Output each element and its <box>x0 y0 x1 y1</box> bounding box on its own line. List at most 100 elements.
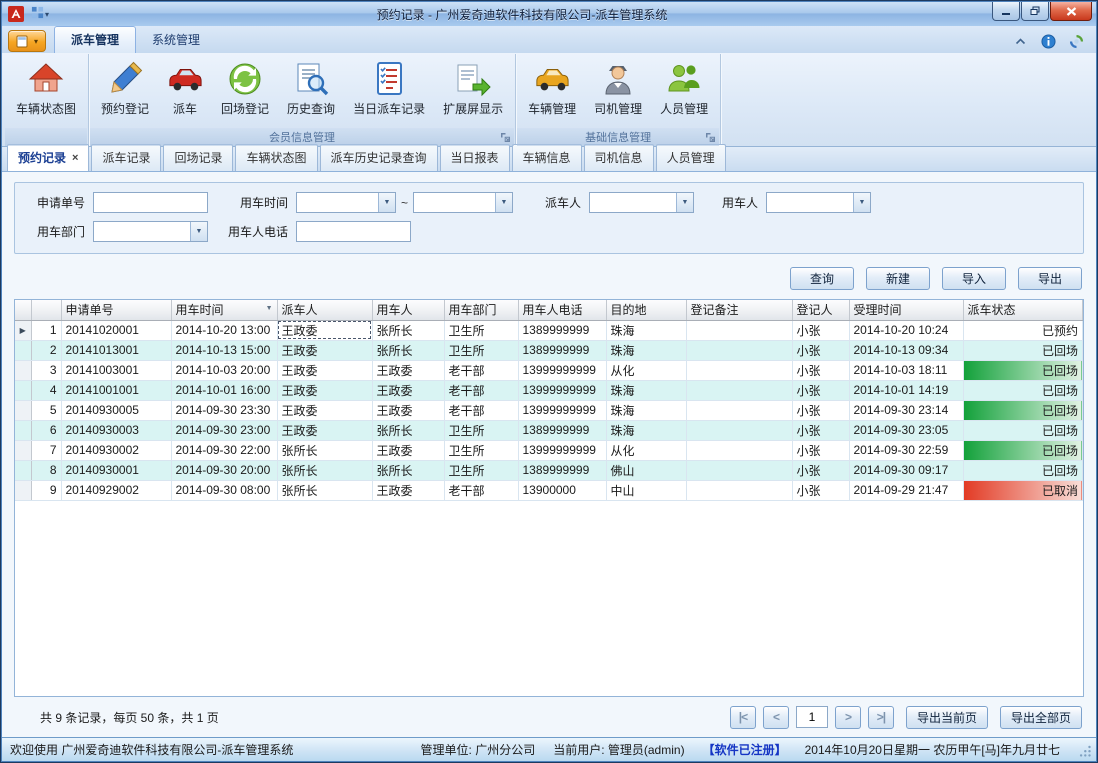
minimize-button[interactable] <box>992 2 1020 21</box>
cell-registrar[interactable]: 小张 <box>792 320 849 340</box>
application-menu-button[interactable]: ▾ <box>8 30 46 52</box>
cell-phone[interactable]: 13999999999 <box>518 360 606 380</box>
filter-caret-icon[interactable]: ▼ <box>266 305 273 312</box>
cell-use_time[interactable]: 2014-09-30 20:00 <box>171 460 277 480</box>
cell-status[interactable]: 已回场 <box>963 460 1083 480</box>
driver-manage-button[interactable]: 司机管理 <box>585 56 651 128</box>
cell-dispatcher[interactable]: 王政委 <box>277 320 372 340</box>
cell-dest[interactable]: 中山 <box>606 480 686 500</box>
column-header[interactable]: 派车状态 <box>963 300 1083 320</box>
column-header[interactable]: 目的地 <box>606 300 686 320</box>
cell-order_no[interactable]: 20140930002 <box>61 440 171 460</box>
cell-phone[interactable]: 1389999999 <box>518 340 606 360</box>
column-header[interactable]: 登记人 <box>792 300 849 320</box>
cell-user[interactable]: 张所长 <box>372 340 444 360</box>
cell-order_no[interactable]: 20141020001 <box>61 320 171 340</box>
cell-phone[interactable]: 13999999999 <box>518 440 606 460</box>
cell-dispatcher[interactable]: 王政委 <box>277 380 372 400</box>
doc-tab-5[interactable]: 派车历史记录查询 <box>320 144 438 171</box>
next-page-button[interactable]: > <box>835 706 861 729</box>
order-no-input[interactable] <box>93 192 208 213</box>
prev-page-button[interactable]: < <box>763 706 789 729</box>
cell-dispatcher[interactable]: 张所长 <box>277 480 372 500</box>
info-icon[interactable] <box>1040 33 1056 49</box>
cell-registrar[interactable]: 小张 <box>792 440 849 460</box>
cell-status[interactable]: 已回场 <box>963 440 1083 460</box>
cell-status[interactable]: 已取消 <box>963 480 1083 500</box>
cell-order_no[interactable]: 20141003001 <box>61 360 171 380</box>
sync-icon[interactable] <box>1068 33 1084 49</box>
cell-use_time[interactable]: 2014-10-03 20:00 <box>171 360 277 380</box>
cell-dispatcher[interactable]: 王政委 <box>277 420 372 440</box>
cell-dept[interactable]: 老干部 <box>444 380 518 400</box>
dialog-launcher-icon[interactable] <box>705 132 716 143</box>
cell-dispatcher[interactable]: 王政委 <box>277 360 372 380</box>
use-time-to-combo[interactable]: ▼ <box>413 192 513 213</box>
cell-dispatcher[interactable]: 王政委 <box>277 400 372 420</box>
cell-note[interactable] <box>686 440 792 460</box>
dispatcher-combo[interactable]: ▼ <box>589 192 694 213</box>
doc-tab-6[interactable]: 当日报表 <box>440 144 510 171</box>
cell-order_no[interactable]: 20140930003 <box>61 420 171 440</box>
export-all-pages-button[interactable]: 导出全部页 <box>1000 706 1082 729</box>
column-header[interactable]: 派车人 <box>277 300 372 320</box>
cell-dispatcher[interactable]: 张所长 <box>277 440 372 460</box>
history-search-button[interactable]: 历史查询 <box>278 56 344 128</box>
cell-user[interactable]: 张所长 <box>372 320 444 340</box>
cell-user[interactable]: 张所长 <box>372 420 444 440</box>
ribbon-tab-1[interactable]: 派车管理 <box>54 26 136 53</box>
dispatch-car-red-button[interactable]: 派车 <box>158 56 212 128</box>
return-register-button[interactable]: 回场登记 <box>212 56 278 128</box>
cell-registrar[interactable]: 小张 <box>792 340 849 360</box>
table-row[interactable]: 5201409300052014-09-30 23:30王政委王政委老干部139… <box>15 400 1083 420</box>
vehicle-manage-car-button[interactable]: 车辆管理 <box>519 56 585 128</box>
cell-registrar[interactable]: 小张 <box>792 380 849 400</box>
cell-status[interactable]: 已回场 <box>963 380 1083 400</box>
cell-dest[interactable]: 从化 <box>606 360 686 380</box>
cell-status[interactable]: 已回场 <box>963 420 1083 440</box>
cell-dispatcher[interactable]: 王政委 <box>277 340 372 360</box>
cell-note[interactable] <box>686 480 792 500</box>
table-row[interactable]: 9201409290022014-09-30 08:00张所长王政委老干部139… <box>15 480 1083 500</box>
cell-dept[interactable]: 卫生所 <box>444 420 518 440</box>
cell-accept_time[interactable]: 2014-10-01 14:19 <box>849 380 963 400</box>
cell-use_time[interactable]: 2014-10-20 13:00 <box>171 320 277 340</box>
cell-phone[interactable]: 13999999999 <box>518 400 606 420</box>
table-row[interactable]: 7201409300022014-09-30 22:00张所长王政委卫生所139… <box>15 440 1083 460</box>
cell-phone[interactable]: 1389999999 <box>518 460 606 480</box>
table-row[interactable]: 2201410130012014-10-13 15:00王政委张所长卫生所138… <box>15 340 1083 360</box>
cell-accept_time[interactable]: 2014-10-20 10:24 <box>849 320 963 340</box>
cell-order_no[interactable]: 20141001001 <box>61 380 171 400</box>
export-button[interactable]: 导出 <box>1018 267 1082 290</box>
table-row[interactable]: 4201410010012014-10-01 16:00王政委王政委老干部139… <box>15 380 1083 400</box>
cell-accept_time[interactable]: 2014-10-03 18:11 <box>849 360 963 380</box>
cell-use_time[interactable]: 2014-09-30 23:30 <box>171 400 277 420</box>
use-time-from-combo[interactable]: ▼ <box>296 192 396 213</box>
cell-registrar[interactable]: 小张 <box>792 460 849 480</box>
cell-dept[interactable]: 老干部 <box>444 400 518 420</box>
doc-tab-3[interactable]: 回场记录 <box>163 144 233 171</box>
cell-use_time[interactable]: 2014-09-30 08:00 <box>171 480 277 500</box>
cell-accept_time[interactable]: 2014-09-29 21:47 <box>849 480 963 500</box>
people-manage-button[interactable]: 人员管理 <box>651 56 717 128</box>
cell-order_no[interactable]: 20141013001 <box>61 340 171 360</box>
column-header[interactable]: 用车人 <box>372 300 444 320</box>
doc-tab-4[interactable]: 车辆状态图 <box>235 144 317 171</box>
cell-dept[interactable]: 卫生所 <box>444 340 518 360</box>
column-header[interactable]: 登记备注 <box>686 300 792 320</box>
doc-tab-1[interactable]: 预约记录× <box>7 144 89 171</box>
new-button[interactable]: 新建 <box>866 267 930 290</box>
cell-order_no[interactable]: 20140930005 <box>61 400 171 420</box>
cell-user[interactable]: 王政委 <box>372 380 444 400</box>
cell-phone[interactable]: 1389999999 <box>518 420 606 440</box>
table-row[interactable]: 8201409300012014-09-30 20:00张所长张所长卫生所138… <box>15 460 1083 480</box>
import-button[interactable]: 导入 <box>942 267 1006 290</box>
cell-use_time[interactable]: 2014-09-30 23:00 <box>171 420 277 440</box>
cell-status[interactable]: 已回场 <box>963 400 1083 420</box>
query-button[interactable]: 查询 <box>790 267 854 290</box>
column-header[interactable]: 申请单号 <box>61 300 171 320</box>
table-row[interactable]: 3201410030012014-10-03 20:00王政委王政委老干部139… <box>15 360 1083 380</box>
cell-use_time[interactable]: 2014-10-01 16:00 <box>171 380 277 400</box>
cell-note[interactable] <box>686 360 792 380</box>
cell-dept[interactable]: 卫生所 <box>444 320 518 340</box>
